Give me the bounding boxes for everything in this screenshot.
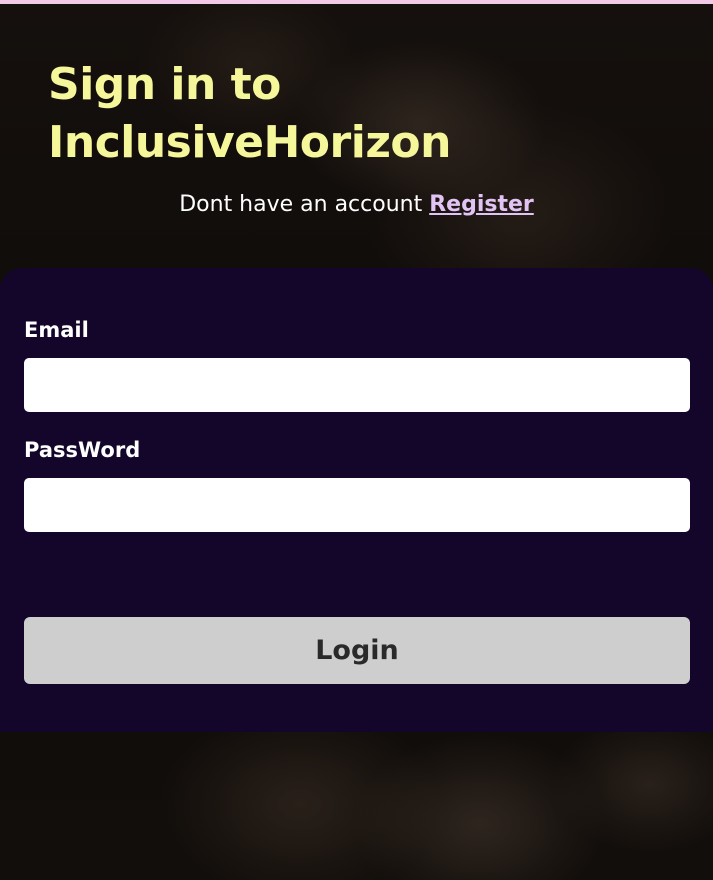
email-field[interactable]: [24, 358, 690, 412]
register-link[interactable]: Register: [429, 192, 534, 217]
page-title: Sign in to InclusiveHorizon: [48, 59, 451, 168]
register-prompt: Dont have an account Register: [0, 192, 713, 217]
hero-section: Sign in to InclusiveHorizon Dont have an…: [0, 4, 713, 268]
login-form: Email PassWord Login: [0, 268, 713, 732]
password-field[interactable]: [24, 478, 690, 532]
register-prompt-text: Dont have an account: [179, 192, 430, 217]
login-button[interactable]: Login: [24, 617, 690, 684]
password-label: PassWord: [24, 438, 141, 462]
email-label: Email: [24, 318, 89, 342]
